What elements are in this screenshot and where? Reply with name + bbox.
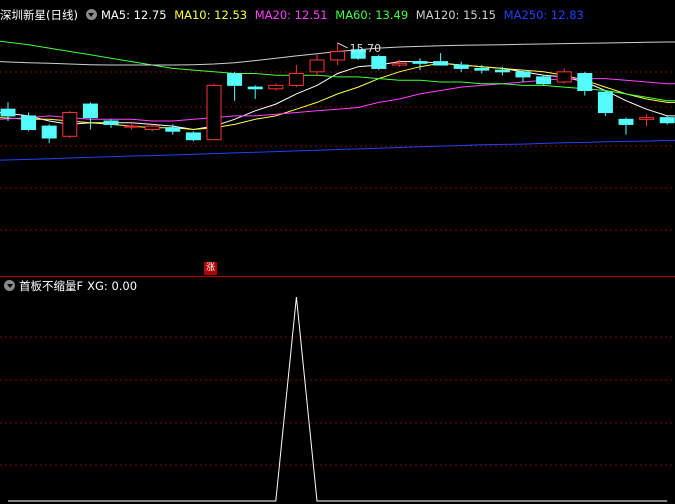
candle-body <box>515 71 531 78</box>
candle-body <box>474 67 490 71</box>
candle-body <box>227 73 243 86</box>
collapse-toggle-icon[interactable] <box>85 9 97 20</box>
candle-body <box>206 84 222 141</box>
ma250-line <box>0 139 675 161</box>
candle-body <box>124 125 140 128</box>
candlestick-chart[interactable]: 15.70 <box>0 0 675 276</box>
candle-body <box>144 125 160 131</box>
candle-body <box>618 118 634 125</box>
limit-up-badge[interactable]: 涨 <box>204 262 217 275</box>
candle-body <box>433 61 449 66</box>
candle-body <box>330 50 346 61</box>
indicator-panel[interactable]: 首板不缩量F XG: 0.00 <box>0 277 675 504</box>
candle-body <box>41 125 57 139</box>
candle-body <box>268 84 284 90</box>
high-price-label: 15.70 <box>350 42 382 55</box>
ma60-label: MA60: 13.49 <box>335 8 409 22</box>
kline-panel[interactable]: 15.70 深圳新星(日线) MA5: 12.75 MA10: 12.53 MA2… <box>0 0 675 276</box>
candle-body <box>288 73 304 86</box>
kline-header: 深圳新星(日线) MA5: 12.75 MA10: 12.53 MA20: 12.… <box>0 6 588 24</box>
candle-body <box>247 86 263 90</box>
candle-body <box>659 117 675 124</box>
indicator-collapse-icon[interactable] <box>4 280 15 291</box>
candle-body <box>639 117 655 120</box>
ma250-label: MA250: 12.83 <box>503 8 584 22</box>
xg-value-label: XG: 0.00 <box>87 279 138 293</box>
indicator-header: 首板不缩量F XG: 0.00 <box>0 277 141 295</box>
candle-body <box>371 56 387 69</box>
period-label: (日线) <box>46 8 78 22</box>
candle-body <box>391 62 407 66</box>
ma20-line <box>0 78 675 122</box>
candle-body <box>494 69 510 73</box>
candle-body <box>556 71 572 83</box>
high-marker-pointer <box>337 42 348 49</box>
indicator-name: 首板不缩量F <box>19 279 84 293</box>
ma20-label: MA20: 12.51 <box>254 8 328 22</box>
xg-line <box>8 296 668 502</box>
candle-body <box>103 120 119 125</box>
candle-body <box>21 115 37 131</box>
candle-body <box>536 76 552 85</box>
candle-body <box>597 91 613 114</box>
candle-body <box>0 108 16 117</box>
ma5-label: MA5: 12.75 <box>100 8 167 22</box>
stock-name: 深圳新星 <box>0 8 46 22</box>
candle-body <box>185 132 201 141</box>
indicator-chart[interactable] <box>0 277 675 504</box>
candle-body <box>577 73 593 91</box>
candle-body <box>412 61 428 64</box>
candle-body <box>82 103 98 119</box>
candle-body <box>309 59 325 73</box>
candle-body <box>62 112 78 137</box>
candle-body <box>165 127 181 132</box>
ma120-label: MA120: 15.15 <box>415 8 496 22</box>
ma10-label: MA10: 12.53 <box>174 8 248 22</box>
candle-body <box>453 64 469 69</box>
